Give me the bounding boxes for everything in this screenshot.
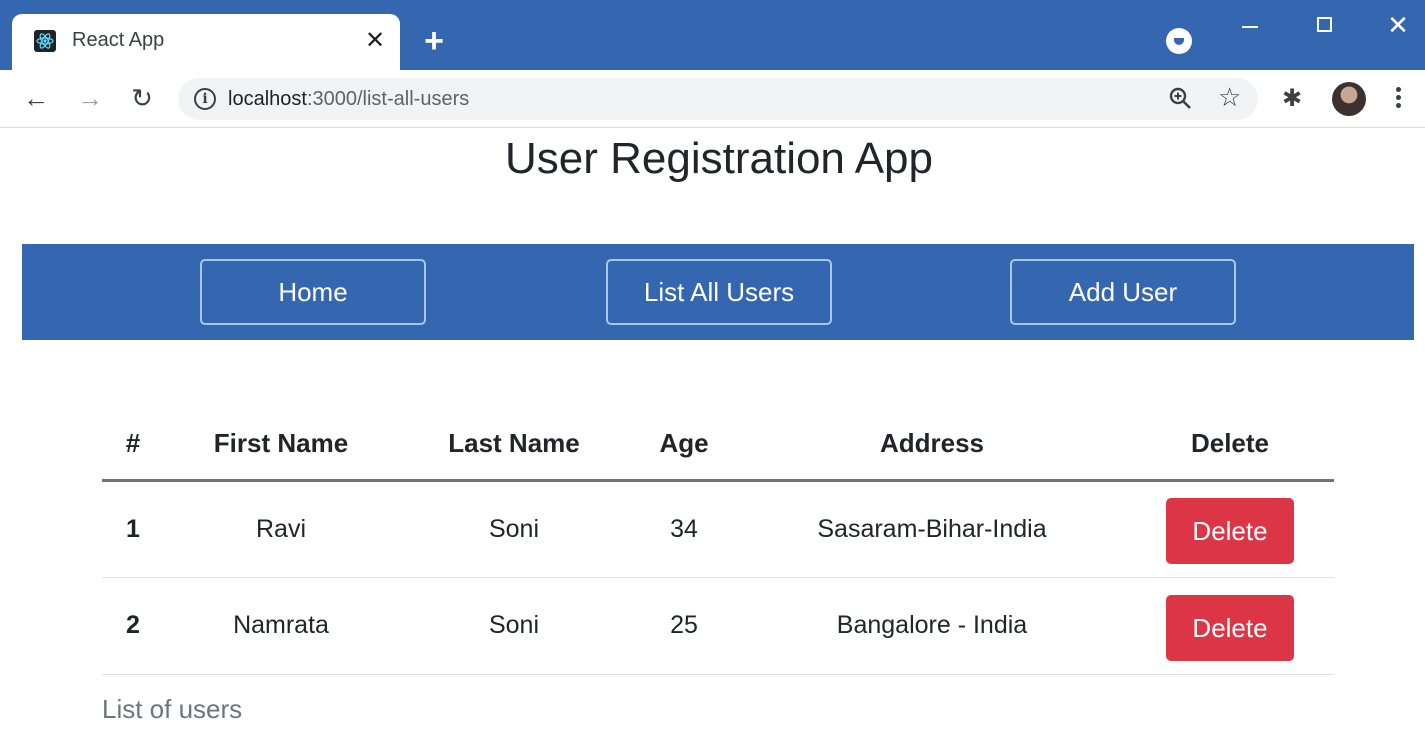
table-row: 2 Namrata Soni 25 Bangalore - India Dele… [102,577,1334,675]
back-arrow-icon[interactable]: ← [20,82,52,114]
new-tab-icon[interactable]: + [416,24,452,60]
reload-icon[interactable]: ↻ [126,82,158,114]
profile-avatar[interactable] [1332,82,1366,116]
browser-titlebar: React App ✕ + ✕ [0,0,1425,70]
forward-arrow-icon[interactable]: → [74,82,106,114]
row-first-name: Namrata [164,577,398,675]
row-delete-cell: Delete [1126,480,1334,578]
bookmark-star-icon[interactable]: ☆ [1218,82,1241,113]
row-delete-cell: Delete [1126,577,1334,675]
page-title: User Registration App [505,134,933,183]
minimize-window-button[interactable] [1230,8,1270,42]
close-window-button[interactable]: ✕ [1378,8,1418,42]
row-index: 2 [102,577,164,675]
react-favicon-icon [34,30,56,52]
home-button[interactable]: Home [200,259,426,325]
row-index: 1 [102,480,164,578]
extensions-puzzle-icon[interactable]: ✱ [1282,84,1302,113]
browser-tab[interactable]: React App ✕ [12,14,400,70]
minimize-icon [1242,26,1258,28]
url-path: :3000/list-all-users [306,88,470,110]
app-navbar: Home List All Users Add User [22,244,1414,340]
browser-menu-icon[interactable] [1388,84,1408,114]
browser-toolbar: ← → ↻ i localhost:3000/list-all-users ☆ [0,70,1425,128]
row-address: Sasaram-Bihar-India [738,480,1126,578]
header-age: Age [630,408,738,482]
zoom-icon[interactable] [1168,86,1194,112]
header-last-name: Last Name [398,408,630,482]
url-text[interactable]: localhost:3000/list-all-users [228,88,469,111]
header-address: Address [738,408,1126,482]
maximize-icon [1317,17,1332,32]
delete-button[interactable]: Delete [1166,594,1294,661]
tab-title: React App [72,29,165,51]
users-table: # First Name Last Name Age Address Delet… [102,408,1334,675]
header-delete: Delete [1126,408,1334,482]
row-last-name: Soni [398,577,630,675]
row-first-name: Ravi [164,480,398,578]
row-age: 34 [630,480,738,578]
row-address: Bangalore - India [738,577,1126,675]
header-index: # [102,408,164,482]
add-user-button[interactable]: Add User [1010,259,1236,325]
list-all-users-button[interactable]: List All Users [606,259,832,325]
row-age: 25 [630,577,738,675]
delete-button[interactable]: Delete [1166,498,1294,564]
table-row: 1 Ravi Soni 34 Sasaram-Bihar-India Delet… [102,480,1334,578]
header-first-name: First Name [164,408,398,482]
close-tab-icon[interactable]: ✕ [360,26,390,56]
address-bar[interactable]: i localhost:3000/list-all-users ☆ [178,78,1258,120]
url-host: localhost [228,88,307,110]
maximize-window-button[interactable] [1305,8,1345,42]
site-info-icon[interactable]: i [194,88,216,110]
table-caption: List of users [102,694,243,724]
table-header-row: # First Name Last Name Age Address Delet… [102,408,1334,482]
row-last-name: Soni [398,480,630,578]
media-indicator-icon[interactable] [1166,28,1192,54]
